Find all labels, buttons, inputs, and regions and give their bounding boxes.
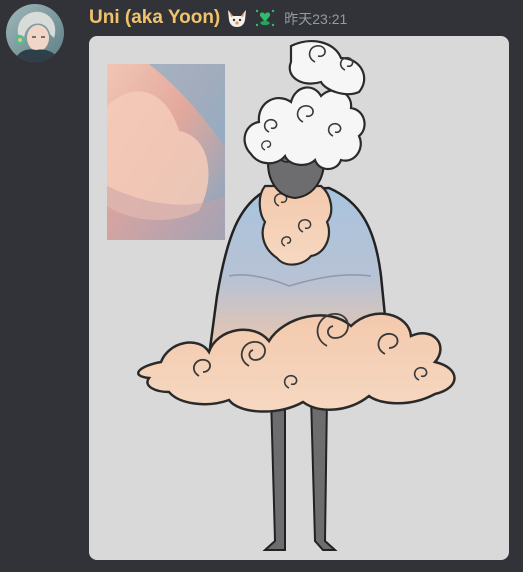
cloud-skirt [136, 312, 456, 413]
message-timestamp: 昨天23:21 [284, 11, 348, 27]
message-header: Uni (aka Yoon) 昨天23:21 [89, 6, 347, 30]
character-legs [262, 395, 338, 551]
user-avatar[interactable] [6, 4, 64, 62]
reference-photo [107, 64, 225, 240]
username[interactable]: Uni (aka Yoon) [89, 7, 220, 29]
fox-emoji-icon [228, 10, 247, 27]
artwork-image [107, 40, 456, 551]
chat-message: Uni (aka Yoon) 昨天23:21 [0, 0, 523, 572]
cloud-hair [243, 40, 366, 171]
avatar-icon [6, 4, 64, 62]
nitro-booster-icon [256, 9, 275, 27]
image-attachment[interactable] [89, 36, 509, 560]
